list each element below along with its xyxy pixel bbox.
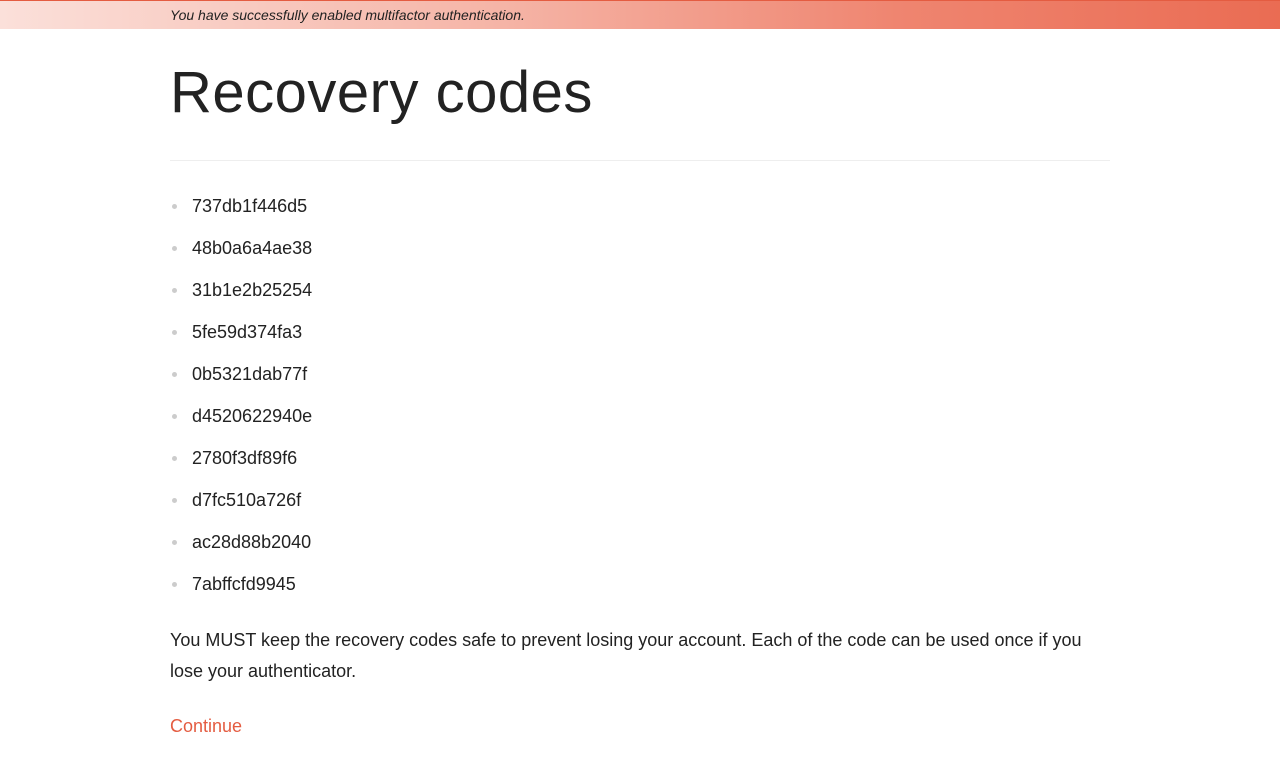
recovery-code: 7abffcfd9945 [170, 575, 1110, 593]
success-banner: You have successfully enabled multifacto… [0, 0, 1280, 29]
instructions-text: You MUST keep the recovery codes safe to… [170, 625, 1110, 686]
divider [170, 160, 1110, 161]
recovery-code: 31b1e2b25254 [170, 281, 1110, 299]
recovery-code: 5fe59d374fa3 [170, 323, 1110, 341]
banner-message: You have successfully enabled multifacto… [170, 7, 525, 23]
recovery-code: d7fc510a726f [170, 491, 1110, 509]
recovery-code: 2780f3df89f6 [170, 449, 1110, 467]
recovery-code: 0b5321dab77f [170, 365, 1110, 383]
recovery-code: d4520622940e [170, 407, 1110, 425]
recovery-codes-list: 737db1f446d5 48b0a6a4ae38 31b1e2b25254 5… [170, 197, 1110, 593]
recovery-code: ac28d88b2040 [170, 533, 1110, 551]
continue-link[interactable]: Continue [170, 716, 242, 736]
page-title: Recovery codes [170, 59, 1110, 126]
recovery-code: 737db1f446d5 [170, 197, 1110, 215]
main-content: Recovery codes 737db1f446d5 48b0a6a4ae38… [170, 29, 1110, 737]
recovery-code: 48b0a6a4ae38 [170, 239, 1110, 257]
